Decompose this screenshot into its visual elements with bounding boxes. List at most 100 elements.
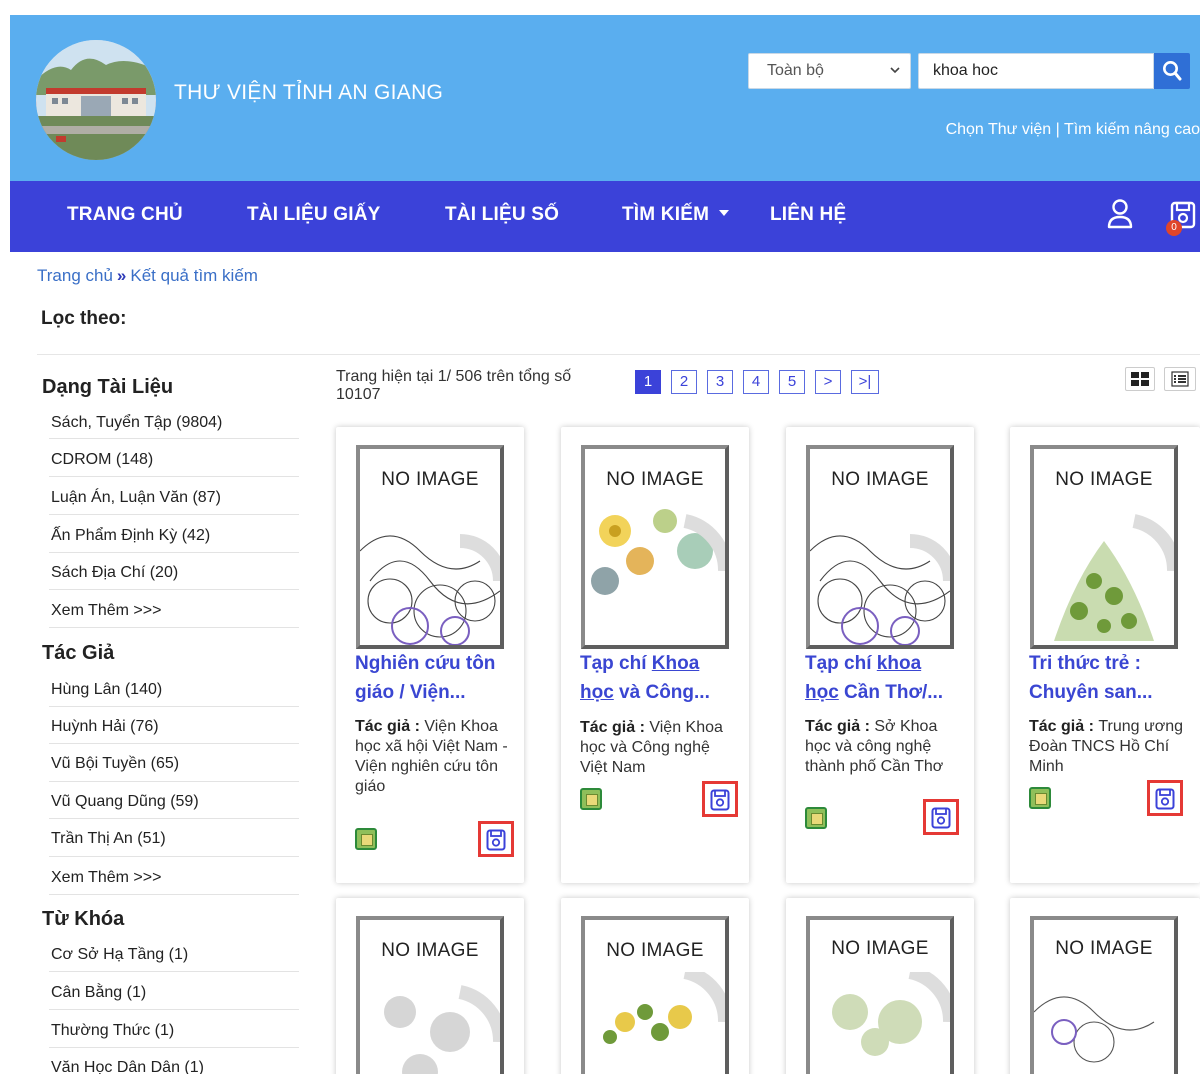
search-button[interactable] xyxy=(1154,53,1190,89)
save-button[interactable] xyxy=(1147,780,1183,816)
divider xyxy=(49,438,299,439)
filter-item[interactable]: Ấn Phẩm Định Kỳ (42) xyxy=(51,527,298,545)
grid-view-button[interactable] xyxy=(1125,367,1155,391)
book-cover[interactable]: NO IMAGE xyxy=(581,916,729,1074)
book-title-link[interactable]: Tạp chí Khoa học và Công... xyxy=(580,649,740,707)
no-image-label: NO IMAGE xyxy=(381,469,479,490)
floral-placeholder-image xyxy=(810,534,950,645)
floral-placeholder-image xyxy=(1034,996,1155,1063)
choose-library-link[interactable]: Chọn Thư viện xyxy=(946,121,1052,138)
book-cover[interactable]: NO IMAGE xyxy=(806,916,954,1074)
floral-placeholder-image xyxy=(360,534,500,645)
page-button[interactable]: 2 xyxy=(671,370,697,394)
save-button[interactable] xyxy=(478,821,514,857)
page-button[interactable]: 3 xyxy=(707,370,733,394)
physical-copy-icon xyxy=(355,828,377,850)
see-more-link[interactable]: Xem Thêm >>> xyxy=(51,602,298,620)
filter-heading-document-type: Dạng Tài Liệu xyxy=(42,376,174,398)
divider xyxy=(49,1047,299,1048)
filter-item[interactable]: Vũ Bội Tuyền (65) xyxy=(51,755,298,773)
see-more-link[interactable]: Xem Thêm >>> xyxy=(51,869,298,887)
book-card[interactable]: NO IMAGE xyxy=(561,898,749,1074)
filter-item[interactable]: Sách, Tuyển Tập (9804) xyxy=(51,414,298,432)
book-cover[interactable]: NO IMAGE xyxy=(581,445,729,649)
page-button[interactable]: 4 xyxy=(743,370,769,394)
author-label: Tác giả xyxy=(1029,718,1085,735)
list-view-button[interactable] xyxy=(1164,367,1196,391)
filter-item[interactable]: Văn Học Dân Dân (1) xyxy=(51,1059,298,1074)
save-icon xyxy=(931,807,951,829)
nav-digital-documents[interactable]: TÀI LIỆU SỐ xyxy=(445,204,559,226)
filter-heading-keyword: Từ Khóa xyxy=(42,908,125,930)
book-cover[interactable]: NO IMAGE xyxy=(1030,445,1178,649)
filter-item[interactable]: Hùng Lân (140) xyxy=(51,681,298,699)
book-title-line: Tạp chí khoa xyxy=(805,649,965,678)
breadcrumb-home[interactable]: Trang chủ xyxy=(37,266,113,285)
no-image-label: NO IMAGE xyxy=(1055,469,1153,490)
no-image-label: NO IMAGE xyxy=(1055,938,1153,959)
search-input[interactable]: khoa hoc xyxy=(918,53,1154,89)
book-cover[interactable]: NO IMAGE xyxy=(356,916,504,1074)
filter-item[interactable]: Vũ Quang Dũng (59) xyxy=(51,793,298,811)
save-icon xyxy=(1155,788,1175,810)
title-text: Cần Thơ/... xyxy=(838,682,944,703)
filter-item[interactable]: CDROM (148) xyxy=(51,451,298,469)
advanced-search-link[interactable]: Tìm kiếm nâng cao xyxy=(1064,121,1200,138)
filter-item[interactable]: Thường Thức (1) xyxy=(51,1022,298,1040)
nav-paper-documents[interactable]: TÀI LIỆU GIẤY xyxy=(247,204,381,226)
book-card[interactable]: NO IMAGE Nghiên cứu tôn giáo / Viện... T… xyxy=(336,427,524,883)
floral-placeholder-image xyxy=(384,985,500,1074)
floral-placeholder-image xyxy=(591,509,725,595)
save-button[interactable] xyxy=(702,781,738,817)
book-cover[interactable]: NO IMAGE xyxy=(806,445,954,649)
book-card[interactable]: NO IMAGE xyxy=(1010,898,1200,1074)
filter-item[interactable]: Huỳnh Hải (76) xyxy=(51,718,298,736)
no-image-label: NO IMAGE xyxy=(831,469,929,490)
caret-down-icon xyxy=(719,210,730,216)
filter-item[interactable]: Cơ Sở Hạ Tầng (1) xyxy=(51,946,298,964)
book-card[interactable]: NO IMAGE Tạp chí Khoa học và Công... Tác… xyxy=(561,427,749,883)
divider xyxy=(49,589,299,590)
last-page-button[interactable]: >| xyxy=(851,370,879,394)
book-title-line: Tri thức trẻ : xyxy=(1029,653,1141,674)
nav-home[interactable]: TRANG CHỦ xyxy=(67,204,183,226)
book-title-link[interactable]: Tạp chí khoa học Cần Thơ/... xyxy=(805,649,965,707)
grid-view-icon xyxy=(1131,372,1149,386)
filter-item[interactable]: Sách Địa Chí (20) xyxy=(51,564,298,582)
divider xyxy=(49,971,299,972)
no-image-label: NO IMAGE xyxy=(381,940,479,961)
page-button[interactable]: 1 xyxy=(635,370,661,394)
user-icon[interactable] xyxy=(1106,198,1134,230)
divider xyxy=(49,743,299,744)
filter-item[interactable]: Cân Bằng (1) xyxy=(51,984,298,1002)
book-card[interactable]: NO IMAGE xyxy=(786,898,974,1074)
list-view-icon xyxy=(1171,371,1189,387)
site-header: THƯ VIỆN TỈNH AN GIANG Toàn bộ khoa hoc … xyxy=(10,15,1200,181)
book-cover[interactable]: NO IMAGE xyxy=(1030,916,1178,1074)
next-page-button[interactable]: > xyxy=(815,370,841,394)
filter-item[interactable]: Luận Án, Luận Văn (87) xyxy=(51,489,298,507)
header-links: Chọn Thư viện | Tìm kiếm nâng cao xyxy=(946,121,1200,139)
floral-placeholder-image xyxy=(603,972,725,1044)
breadcrumb-current[interactable]: Kết quả tìm kiếm xyxy=(130,266,258,285)
filter-item[interactable]: Trần Thị An (51) xyxy=(51,830,298,848)
search-scope-select[interactable]: Toàn bộ xyxy=(748,53,911,89)
library-logo[interactable] xyxy=(36,40,156,160)
divider xyxy=(49,627,299,628)
book-card[interactable]: NO IMAGE Tri thức trẻ : Chuyên san... Tá… xyxy=(1010,427,1200,883)
page-button[interactable]: 5 xyxy=(779,370,805,394)
divider xyxy=(49,856,299,857)
no-image-label: NO IMAGE xyxy=(606,469,704,490)
book-title-line: Chuyên san... xyxy=(1029,682,1153,703)
book-card[interactable]: NO IMAGE xyxy=(336,898,524,1074)
nav-search-dropdown[interactable]: TÌM KIẾM xyxy=(622,204,730,226)
nav-contact[interactable]: LIÊN HỆ xyxy=(770,204,846,226)
book-title-link[interactable]: Tri thức trẻ : Chuyên san... xyxy=(1029,649,1189,707)
book-card[interactable]: NO IMAGE Tạp chí khoa học Cần Thơ/... Tá… xyxy=(786,427,974,883)
book-cover[interactable]: NO IMAGE xyxy=(356,445,504,649)
library-building-image xyxy=(36,40,156,160)
site-title[interactable]: THƯ VIỆN TỈNH AN GIANG xyxy=(174,81,443,105)
save-button[interactable] xyxy=(923,799,959,835)
search-scope-value: Toàn bộ xyxy=(767,62,824,79)
book-title-link[interactable]: Nghiên cứu tôn giáo / Viện... xyxy=(355,649,515,707)
